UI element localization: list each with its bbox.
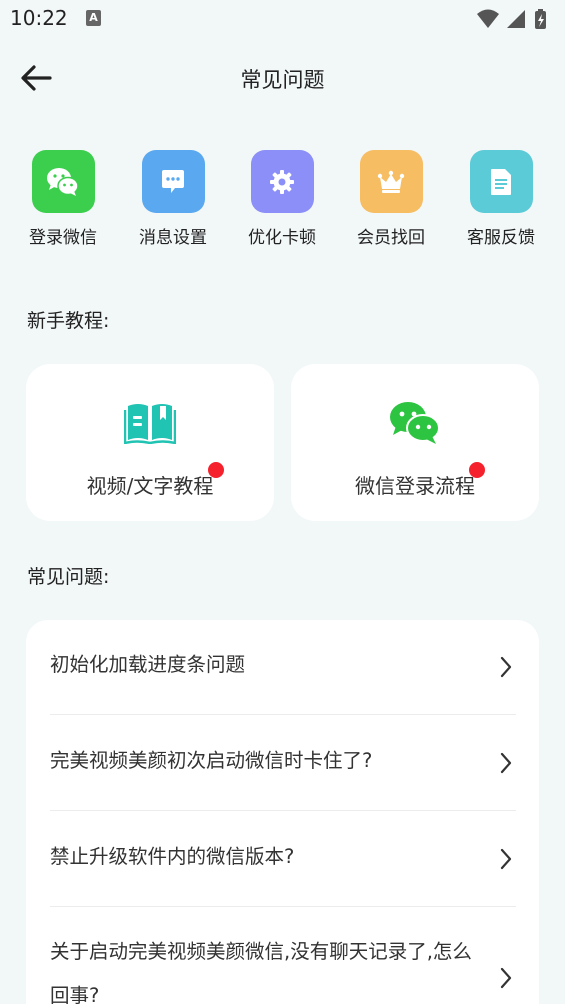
wechat-icon [31,150,95,213]
tutorial-label: 视频/文字教程 [86,474,214,498]
chevron-right-icon [500,752,512,774]
battery-charging-icon [535,9,546,29]
faq-question: 初始化加载进度条问题 [50,653,246,676]
tutorial-card-wechat-login[interactable]: 微信登录流程 [291,364,539,521]
quick-login-wechat[interactable]: 登录微信 [13,150,113,248]
divider [50,810,516,811]
gear-icon [250,150,314,213]
quick-label: 消息设置 [139,228,207,248]
status-time: 10:22 [10,6,68,30]
book-icon [26,400,274,448]
tutorial-label: 微信登录流程 [355,474,475,498]
quick-message-settings[interactable]: 消息设置 [123,150,223,248]
quick-label: 优化卡顿 [248,228,316,248]
wifi-icon [477,9,499,28]
chevron-right-icon [500,848,512,870]
tutorials-section-title: 新手教程: [27,310,110,332]
faq-list: 初始化加载进度条问题 完美视频美颜初次启动微信时卡住了? 禁止升级软件内的微信版… [26,620,539,1004]
faq-item[interactable]: 关于启动完美视频美颜微信,没有聊天记录了,怎么回事? [50,930,516,1004]
quick-label: 会员找回 [357,228,425,248]
quick-membership-recover[interactable]: 会员找回 [341,150,441,248]
quick-actions: 登录微信 消息设置 优化卡顿 会员找回 客服反馈 [0,150,565,250]
quick-label: 登录微信 [29,228,97,248]
faq-item[interactable]: 初始化加载进度条问题 [50,643,516,693]
faq-question: 关于启动完美视频美颜微信,没有聊天记录了,怎么回事? [50,940,472,1004]
notification-a-icon: A [86,10,101,26]
wechat-icon [291,400,539,448]
header: 常见问题 [0,50,565,106]
status-bar: 10:22 A [0,0,565,38]
quick-label: 客服反馈 [467,228,535,248]
crown-icon [359,150,423,213]
faq-question: 完美视频美颜初次启动微信时卡住了? [50,749,373,772]
new-badge-dot [469,462,485,478]
chevron-right-icon [500,656,512,678]
divider [50,906,516,907]
quick-feedback[interactable]: 客服反馈 [451,150,551,248]
faq-item[interactable]: 完美视频美颜初次启动微信时卡住了? [50,739,516,789]
status-icons [475,8,555,30]
quick-optimize[interactable]: 优化卡顿 [232,150,332,248]
signal-icon [507,10,525,28]
faq-item[interactable]: 禁止升级软件内的微信版本? [50,835,516,885]
chevron-right-icon [500,967,512,989]
tutorial-card-video-text[interactable]: 视频/文字教程 [26,364,274,521]
faq-section-title: 常见问题: [27,566,110,588]
message-icon [141,150,205,213]
page-title: 常见问题 [240,68,325,92]
faq-question: 禁止升级软件内的微信版本? [50,845,295,868]
divider [50,714,516,715]
document-icon [469,150,533,213]
new-badge-dot [208,462,224,478]
